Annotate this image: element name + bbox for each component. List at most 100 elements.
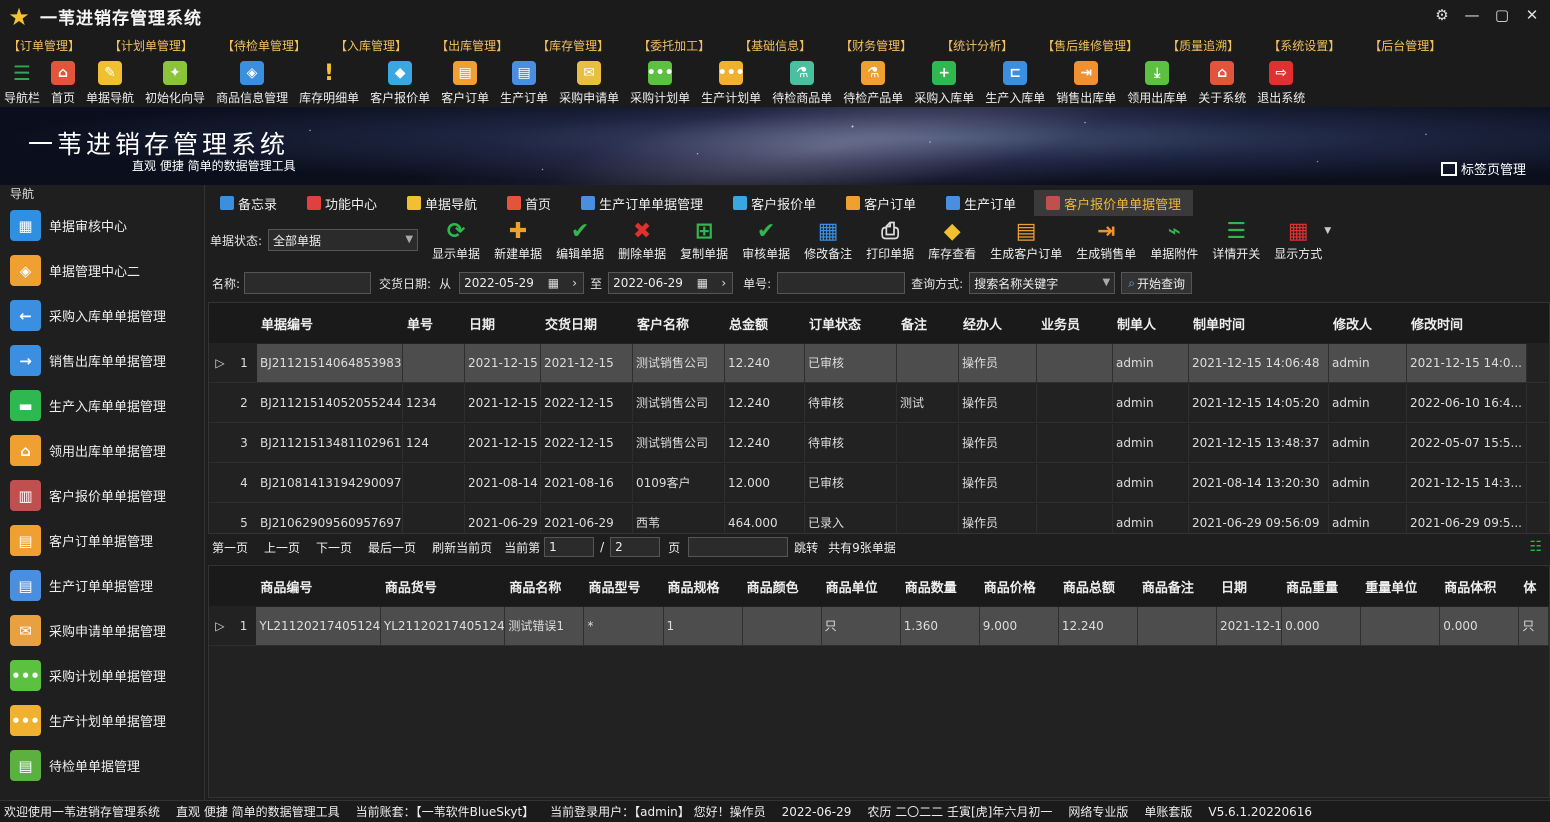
table-cell[interactable]: 2021-12-15 [1216, 606, 1283, 645]
toolbar-purchase-request-button[interactable]: ✉ 采购申请单 [559, 57, 619, 106]
table-cell[interactable]: 2022-12-15 [541, 383, 633, 422]
table-cell[interactable]: 测试错误1 [505, 606, 585, 645]
table-cell[interactable]: admin [1113, 343, 1189, 382]
menu-item-2[interactable]: 【待检单管理】 [222, 37, 306, 54]
column-header[interactable]: 体 [1519, 577, 1549, 596]
table-cell[interactable]: admin [1329, 463, 1407, 502]
table-cell[interactable]: BJ210814131942900973 [257, 463, 403, 502]
calendar-icon[interactable]: ▦ [697, 276, 708, 290]
column-header[interactable]: 备注 [897, 314, 959, 333]
table-row[interactable]: 4 BJ210814131942900973 2021-08-14 2021-08-1… [209, 463, 1549, 503]
sidebar-item-12[interactable]: ▤ 待检单单据管理 [0, 743, 204, 788]
table-cell[interactable]: 12.240 [1058, 606, 1138, 645]
toolbar-flask-orange-button[interactable]: ⚗ 待检产品单 [843, 57, 903, 106]
tab-3[interactable]: 首页 [495, 190, 563, 216]
table-cell[interactable]: 测试销售公司 [633, 423, 725, 462]
menu-item-5[interactable]: 【库存管理】 [537, 37, 609, 54]
current-page-input[interactable]: 1 [544, 537, 595, 557]
table-row[interactable]: 3 BJ211215134811029616 124 2021-12-15 2022-1… [209, 423, 1549, 463]
refresh-page-link[interactable]: 刷新当前页 [432, 539, 492, 556]
table-cell[interactable] [1037, 463, 1113, 502]
table-cell[interactable]: 测试 [897, 383, 959, 422]
column-header[interactable]: 商品规格 [664, 577, 743, 596]
first-page-link[interactable]: 第一页 [212, 539, 248, 556]
table-cell[interactable] [1037, 503, 1113, 533]
tab-6[interactable]: 客户订单 [834, 190, 928, 216]
sidebar-item-6[interactable]: ▥ 客户报价单单据管理 [0, 473, 204, 518]
table-cell[interactable]: 已审核 [805, 343, 897, 382]
toolbar-plus-circle-button[interactable]: + 采购入库单 [914, 57, 974, 106]
toolbar-price-tag-button[interactable]: ◆ 客户报价单 [370, 57, 430, 106]
column-header[interactable]: 商品名称 [505, 577, 584, 596]
column-header[interactable]: 商品货号 [381, 577, 505, 596]
table-cell[interactable]: 2021-08-16 [541, 463, 633, 502]
table-cell[interactable]: 待审核 [805, 423, 897, 462]
toolbar-download-button[interactable]: ⤓ 领用出库单 [1127, 57, 1187, 106]
table-cell[interactable]: 2022-05-07 15:5... [1407, 423, 1527, 462]
table-cell[interactable]: 12.240 [725, 383, 805, 422]
table-cell[interactable]: 12.240 [725, 423, 805, 462]
table-cell[interactable]: admin [1329, 343, 1407, 382]
last-page-link[interactable]: 最后一页 [368, 539, 416, 556]
table-cell[interactable]: admin [1329, 383, 1407, 422]
menu-item-6[interactable]: 【委托加工】 [638, 37, 710, 54]
table-cell[interactable] [1137, 606, 1217, 645]
date-from-picker[interactable]: 2022-05-29 ▦ › [459, 272, 585, 294]
jump-page-input[interactable] [688, 537, 789, 557]
column-header[interactable]: 总金额 [725, 314, 805, 333]
action-button-0[interactable]: ⟳ 显示单据 [432, 219, 480, 262]
menu-item-7[interactable]: 【基础信息】 [739, 37, 811, 54]
close-icon[interactable]: ✕ [1522, 4, 1542, 26]
table-cell[interactable]: 已审核 [805, 463, 897, 502]
table-cell[interactable]: 0109客户 [633, 463, 725, 502]
column-header[interactable]: 商品体积 [1440, 577, 1519, 596]
table-cell[interactable] [1037, 343, 1113, 382]
column-header[interactable]: 制单人 [1113, 314, 1189, 333]
table-cell[interactable]: 0.000 [1440, 606, 1520, 645]
chevron-right-icon[interactable]: › [572, 276, 577, 290]
table-row[interactable]: ▷ 1 BJ211215140648539836 2021-12-15 2021-12-… [209, 343, 1549, 383]
table-cell[interactable]: 2021-06-29 [465, 503, 541, 533]
table-cell[interactable]: 124 [403, 423, 465, 462]
table-cell[interactable]: 2021-12-15 14:05:20 [1189, 383, 1329, 422]
table-cell[interactable] [742, 606, 822, 645]
table-row[interactable]: ▷ 1 YL211202174051244955YL2112021740512449… [209, 606, 1549, 646]
calendar-icon[interactable]: ▦ [548, 276, 559, 290]
table-cell[interactable]: BJ211215140648539836 [257, 343, 403, 382]
action-button-4[interactable]: ⊞ 复制单据 [680, 219, 728, 262]
jump-button[interactable]: 跳转 [794, 539, 818, 556]
column-header[interactable]: 订单状态 [805, 314, 897, 333]
table-cell[interactable] [897, 503, 959, 533]
toolbar-chat-dots-button[interactable]: ••• 采购计划单 [630, 57, 690, 106]
menu-item-13[interactable]: 【后台管理】 [1369, 37, 1441, 54]
toolbar-pencil-star-button[interactable]: ✎ 单据导航 [86, 57, 134, 106]
tab-7[interactable]: 生产订单 [934, 190, 1028, 216]
table-cell[interactable]: 2021-08-14 13:20:30 [1189, 463, 1329, 502]
table-cell[interactable]: admin [1113, 503, 1189, 533]
table-cell[interactable]: admin [1113, 383, 1189, 422]
table-cell[interactable]: 1 [663, 606, 743, 645]
column-header[interactable]: 单据编号 [257, 314, 403, 333]
tab-0[interactable]: 备忘录 [208, 190, 289, 216]
table-cell[interactable]: admin [1329, 503, 1407, 533]
menu-item-1[interactable]: 【计划单管理】 [109, 37, 193, 54]
toolbar-order-doc-button[interactable]: ▤ 客户订单 [441, 57, 489, 106]
sidebar-item-11[interactable]: ••• 生产计划单单据管理 [0, 698, 204, 743]
table-cell[interactable]: 464.000 [725, 503, 805, 533]
toolbar-chat-dots-yellow-button[interactable]: ••• 生产计划单 [701, 57, 761, 106]
menu-item-11[interactable]: 【质量追溯】 [1167, 37, 1239, 54]
column-header[interactable]: 商品数量 [901, 577, 980, 596]
table-cell[interactable]: admin [1329, 423, 1407, 462]
column-header[interactable]: 修改人 [1329, 314, 1407, 333]
table-cell[interactable]: 12.000 [725, 463, 805, 502]
column-header[interactable]: 商品编号 [256, 577, 380, 596]
table-cell[interactable] [403, 503, 465, 533]
display-mode-dropdown-icon[interactable]: ▼ [1324, 226, 1331, 236]
next-page-link[interactable]: 下一页 [316, 539, 352, 556]
table-cell[interactable]: 1234 [403, 383, 465, 422]
action-button-5[interactable]: ✔ 审核单据 [742, 219, 790, 262]
tab-2[interactable]: 单据导航 [395, 190, 489, 216]
table-cell[interactable]: 2021-12-15 13:48:37 [1189, 423, 1329, 462]
column-header[interactable]: 制单时间 [1189, 314, 1329, 333]
table-cell[interactable]: 测试销售公司 [633, 343, 725, 382]
